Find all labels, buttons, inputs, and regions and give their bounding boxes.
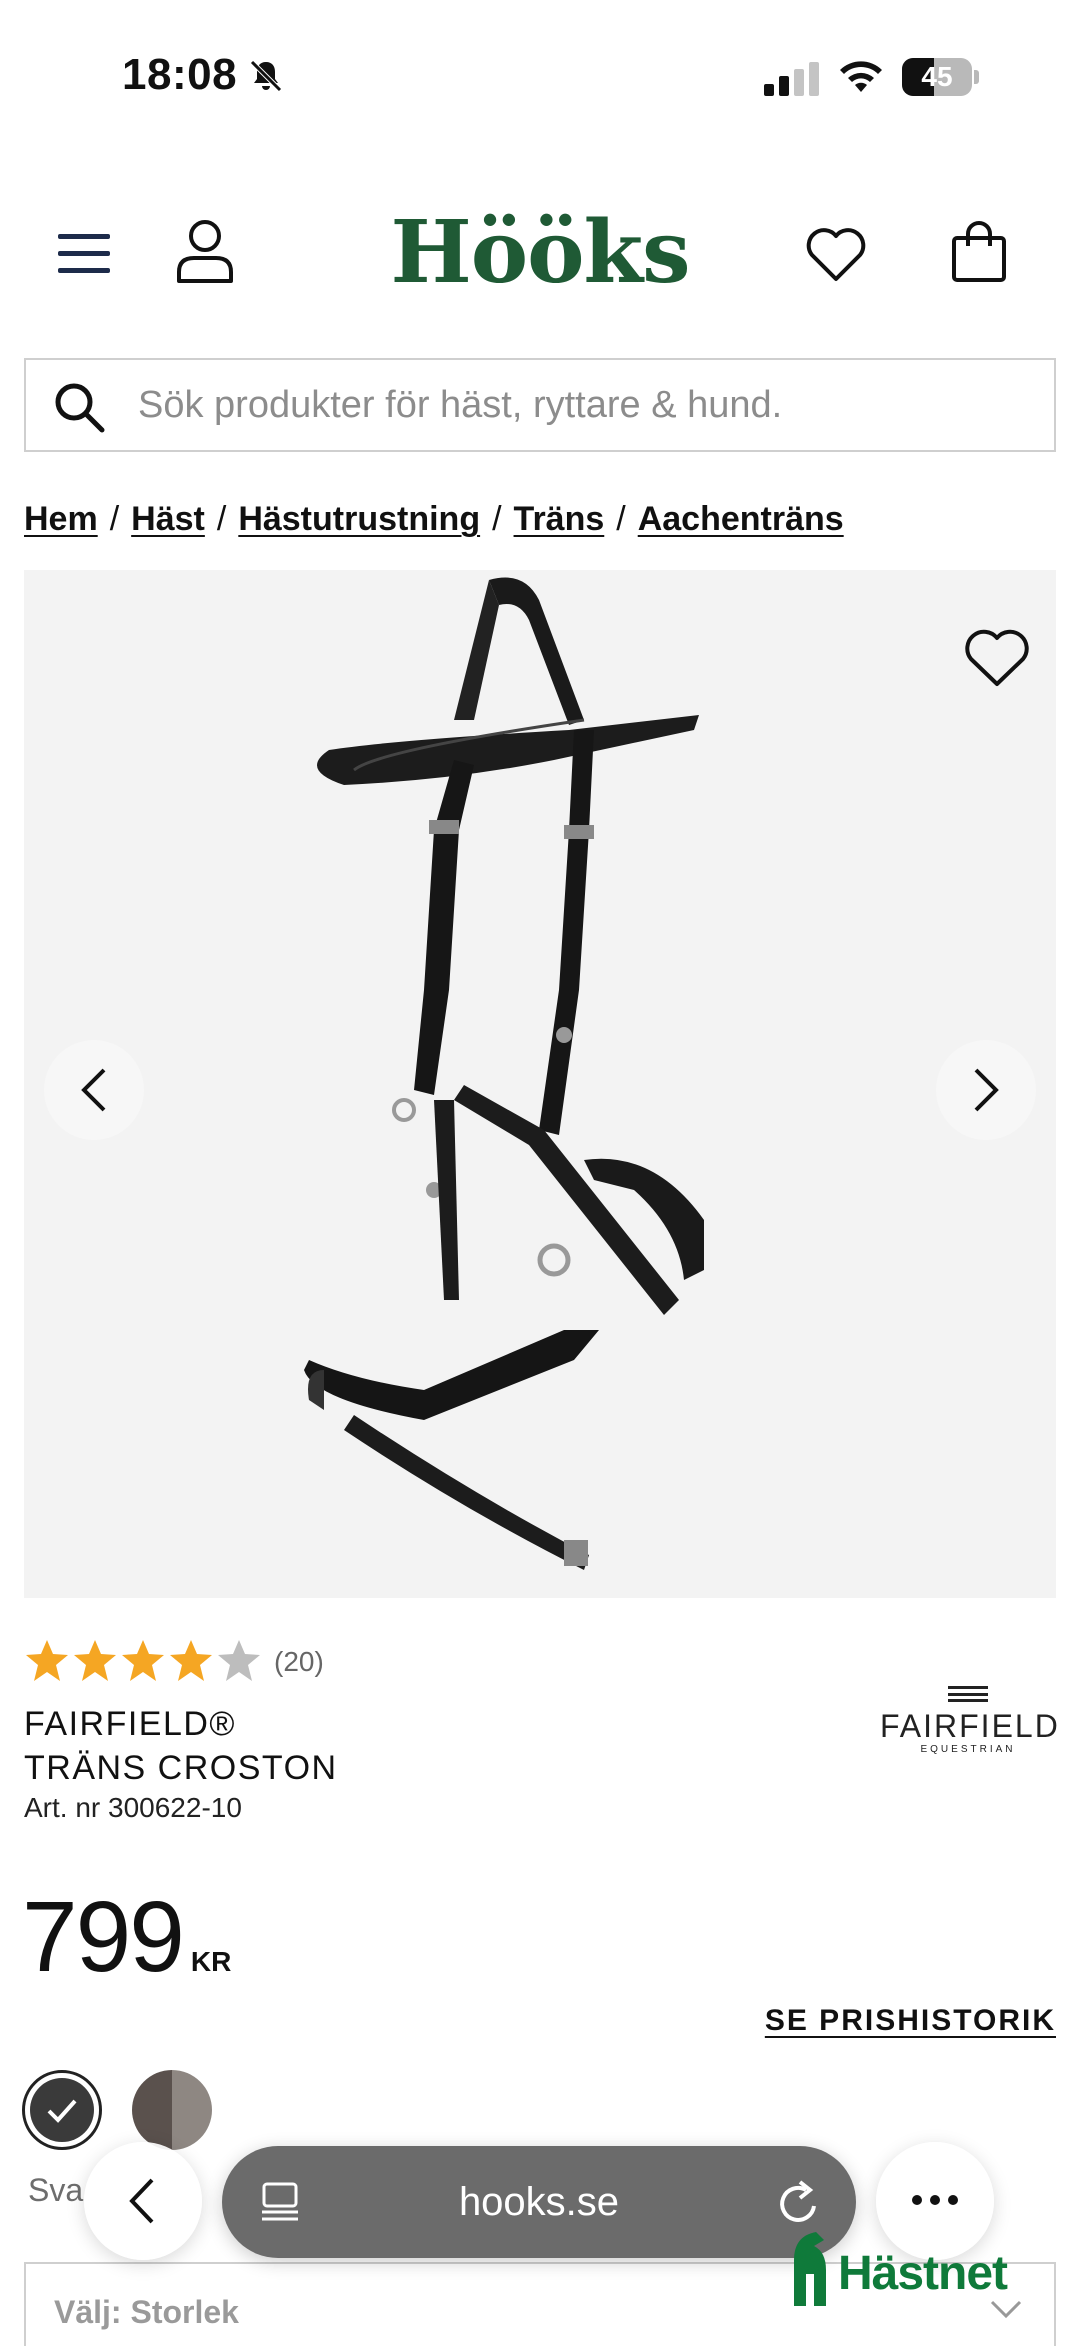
search-input[interactable] — [138, 360, 1038, 450]
gallery-prev-button[interactable] — [44, 1040, 144, 1140]
breadcrumb-link-hem[interactable]: Hem — [24, 500, 98, 538]
selected-color-label: Sva — [28, 2172, 84, 2208]
reload-icon[interactable] — [776, 2178, 822, 2226]
size-select-label: Välj: Storlek — [54, 2294, 239, 2330]
more-dots-icon — [912, 2195, 958, 2205]
status-bar: 18:08 45 — [0, 0, 1080, 150]
price-value: 799 — [22, 1881, 185, 1993]
product-name-line: TRÄNS CROSTON — [24, 1749, 338, 1787]
hastnet-logo-text: Hästnet — [838, 2247, 1008, 2300]
shopping-bag-icon[interactable] — [950, 220, 1008, 284]
article-number: Art. nr 300622-10 — [24, 1792, 242, 1823]
brand-logo-icon — [948, 1686, 988, 1702]
product-image-bridle[interactable] — [284, 570, 844, 1598]
battery-indicator: 45 — [902, 58, 979, 96]
cellular-signal-icon — [764, 62, 819, 96]
heart-icon[interactable] — [804, 224, 868, 284]
brand-logo-name: FAIRFIELD — [880, 1708, 1060, 1744]
search-box[interactable] — [24, 358, 1056, 452]
status-time: 18:08 — [122, 50, 238, 99]
breadcrumb-link-trans[interactable]: Träns — [514, 500, 605, 538]
search-icon — [55, 383, 105, 433]
color-swatch-brown[interactable] — [132, 2070, 212, 2150]
breadcrumb-link-hastutrustning[interactable]: Hästutrustning — [238, 500, 480, 538]
price-history-link[interactable]: SE PRISHISTORIK — [765, 2004, 1056, 2038]
fairfield-brand-logo[interactable]: FAIRFIELD EQUESTRIAN — [880, 1686, 1060, 1766]
wifi-icon — [840, 61, 882, 92]
star-empty-icon — [218, 1640, 260, 1681]
rating-count: (20) — [274, 1646, 324, 1677]
checkmark-icon — [47, 2099, 77, 2123]
product-price: 799 KR — [22, 1880, 231, 1995]
url-text[interactable]: hooks.se — [222, 2146, 856, 2258]
chevron-left-icon — [81, 1068, 106, 1112]
breadcrumb-link-aachentrans[interactable]: Aachenträns — [638, 500, 844, 538]
product-title: FAIRFIELD® TRÄNS CROSTON — [24, 1702, 338, 1790]
battery-level: 45 — [921, 61, 953, 92]
hastnet-watermark: Hästnet — [786, 2230, 1046, 2310]
gallery-next-button[interactable] — [936, 1040, 1036, 1140]
breadcrumb: Hem / Häst / Hästutrustning / Träns / Aachenträn… — [24, 500, 844, 538]
brand-logo-sub: EQUESTRIAN — [920, 1744, 1016, 1755]
chevron-right-icon — [974, 1068, 999, 1112]
url-bar[interactable]: hooks.se — [222, 2146, 856, 2258]
hooks-logo[interactable]: Hööks — [0, 202, 1080, 303]
star-filled-icon — [170, 1640, 212, 1681]
product-gallery[interactable] — [24, 570, 1056, 1598]
star-filled-icon — [74, 1640, 116, 1681]
color-swatch-black[interactable] — [22, 2070, 102, 2150]
star-filled-icon — [122, 1640, 164, 1681]
bell-slash-icon — [250, 60, 282, 92]
price-currency: KR — [190, 1946, 232, 1977]
browser-back-button[interactable] — [84, 2142, 202, 2260]
breadcrumb-link-hast[interactable]: Häst — [131, 500, 205, 538]
chevron-left-icon — [129, 2178, 154, 2224]
horse-head-icon — [794, 2232, 826, 2306]
star-filled-icon — [26, 1640, 68, 1681]
product-brand-line: FAIRFIELD® — [24, 1705, 236, 1743]
favorite-heart-icon[interactable] — [962, 626, 1032, 690]
site-header: Hööks — [0, 190, 1080, 320]
